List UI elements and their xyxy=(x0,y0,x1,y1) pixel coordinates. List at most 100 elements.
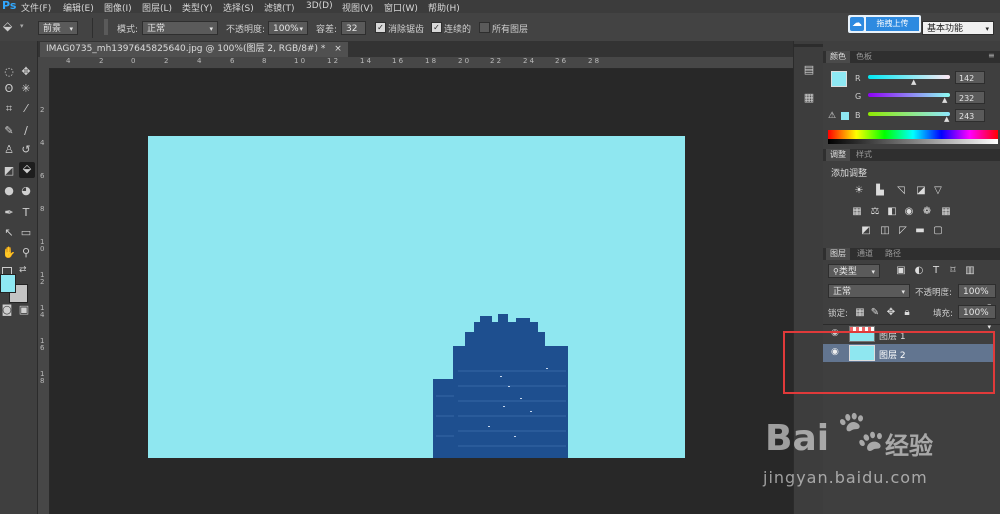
dodge-tool-icon[interactable]: ◕ xyxy=(19,184,33,198)
document-canvas[interactable] xyxy=(148,136,685,458)
selective-color-icon[interactable]: ▢ xyxy=(932,225,944,236)
tab-color[interactable]: 颜色 xyxy=(826,51,850,63)
tab-adjustments[interactable]: 调整 xyxy=(826,149,850,161)
tab-paths[interactable]: 路径 xyxy=(881,248,905,260)
b-slider-thumb[interactable]: ▲ xyxy=(944,115,949,123)
foreground-color-swatch[interactable] xyxy=(831,71,847,87)
pen-tool-icon[interactable]: ✒ xyxy=(2,206,16,220)
pattern-swatch[interactable] xyxy=(104,19,108,35)
paint-bucket-icon[interactable]: ⬙ xyxy=(3,19,12,33)
fill-source-value: 前景 xyxy=(43,24,62,34)
layer-filter-select[interactable]: ⚲类型 ▾ xyxy=(828,264,880,278)
properties-panel-icon[interactable]: ▦ xyxy=(802,91,816,105)
color-balance-icon[interactable]: ⚖ xyxy=(869,206,881,217)
web-safe-swatch[interactable] xyxy=(841,112,849,120)
ruler-tick-label: 6 xyxy=(230,57,235,65)
history-panel-icon[interactable]: ▤ xyxy=(802,63,816,77)
levels-icon[interactable]: ▙ xyxy=(874,185,886,196)
screen-mode-icon[interactable]: ▣ xyxy=(17,303,31,317)
fill-input[interactable]: 100% ▾ xyxy=(958,305,996,331)
channel-mixer-icon[interactable]: ❁ xyxy=(921,206,933,217)
divider xyxy=(92,18,93,38)
close-icon[interactable]: × xyxy=(334,44,342,54)
hue-saturation-icon[interactable]: ▦ xyxy=(851,206,863,217)
g-input[interactable]: 232 xyxy=(955,91,985,104)
vertical-ruler: 2 4 6 8 10 12 14 16 18 xyxy=(38,68,50,514)
panel-menu-icon[interactable]: ≡ xyxy=(988,51,995,60)
invert-icon[interactable]: ◩ xyxy=(860,225,872,236)
brightness-icon[interactable]: ☀ xyxy=(853,185,865,196)
mode-select[interactable]: 正常 ▾ xyxy=(142,21,218,35)
lasso-tool-icon[interactable]: ʘ xyxy=(2,82,16,96)
eraser-tool-icon[interactable]: ◩ xyxy=(2,164,16,178)
ruler-tick-label: 2 2 xyxy=(490,57,502,65)
antialias-checkbox[interactable]: ✓ xyxy=(375,22,386,33)
color-lookup-icon[interactable]: ▦ xyxy=(940,206,952,217)
gradient-map-icon[interactable]: ▬ xyxy=(914,225,926,236)
zoom-tool-icon[interactable]: ⚲ xyxy=(19,246,33,260)
quick-mask-icon[interactable]: ◙ xyxy=(0,303,14,317)
eyedropper-icon[interactable]: ⁄ xyxy=(19,102,33,116)
warning-icon[interactable]: ⚠ xyxy=(828,111,836,121)
lock-label: 锁定: xyxy=(828,309,848,319)
blend-mode-select[interactable]: 正常 ▾ xyxy=(828,284,910,298)
g-label: G xyxy=(855,92,862,101)
document-tab[interactable]: IMAG0735_mh1397645825640.jpg @ 100%(图层 2… xyxy=(40,42,348,57)
filter-adjustment-icon[interactable]: ◐ xyxy=(913,265,925,276)
r-slider[interactable] xyxy=(868,75,950,79)
exposure-icon[interactable]: ◪ xyxy=(915,185,927,196)
opacity-input[interactable]: 100% ▾ xyxy=(268,21,308,35)
crop-tool-icon[interactable]: ⌗ xyxy=(2,102,16,116)
layers-panel-tabs: 图层 通道 路径 xyxy=(823,248,1000,260)
lock-all-icon[interactable]: 🔒︎ xyxy=(901,307,913,318)
tab-channels[interactable]: 通道 xyxy=(853,248,877,260)
filter-type-icon[interactable]: T xyxy=(930,265,942,276)
swap-colors-icon[interactable]: ⇄ xyxy=(19,265,27,275)
vibrance-icon[interactable]: ▽ xyxy=(932,185,944,196)
posterize-icon[interactable]: ◫ xyxy=(879,225,891,236)
b-input[interactable]: 243 xyxy=(955,109,985,122)
b-slider[interactable] xyxy=(868,112,950,116)
layer-opacity-input[interactable]: 100%▾ xyxy=(958,284,996,310)
tab-styles[interactable]: 样式 xyxy=(852,149,876,161)
filter-shape-icon[interactable]: ⌑ xyxy=(947,265,959,276)
path-select-icon[interactable]: ↖ xyxy=(2,226,16,240)
lock-transparent-icon[interactable]: ▦ xyxy=(854,307,866,318)
history-brush-icon[interactable]: ↺ xyxy=(19,143,33,157)
g-slider[interactable] xyxy=(868,93,950,97)
workspace-select[interactable]: 基本功能 ▾ xyxy=(922,21,994,35)
threshold-icon[interactable]: ◸ xyxy=(897,225,909,236)
hand-tool-icon[interactable]: ✋ xyxy=(2,246,16,260)
upload-button[interactable]: ☁ 拖拽上传 xyxy=(848,15,921,33)
magic-wand-icon[interactable]: ✳ xyxy=(19,82,33,96)
curves-icon[interactable]: ◹ xyxy=(895,185,907,196)
lock-pixels-icon[interactable]: ✎ xyxy=(869,307,881,318)
black-white-icon[interactable]: ◧ xyxy=(886,206,898,217)
foreground-color-swatch[interactable] xyxy=(0,274,16,293)
g-slider-thumb[interactable]: ▲ xyxy=(942,96,947,104)
marquee-tool-icon[interactable]: ◌ xyxy=(2,65,16,79)
blur-tool-icon[interactable]: ● xyxy=(2,184,16,198)
photo-filter-icon[interactable]: ◉ xyxy=(903,206,915,217)
tab-layers[interactable]: 图层 xyxy=(826,248,850,260)
filter-smart-icon[interactable]: ▥ xyxy=(964,265,976,276)
move-tool-icon[interactable]: ✥ xyxy=(19,65,33,79)
lock-position-icon[interactable]: ✥ xyxy=(885,307,897,318)
type-tool-icon[interactable]: T xyxy=(19,206,33,220)
fill-source-select[interactable]: 前景 ▾ xyxy=(38,21,78,35)
tab-swatches[interactable]: 色板 xyxy=(852,51,876,63)
chevron-down-icon[interactable]: ▾ xyxy=(20,22,24,30)
brush-tool-icon[interactable]: ∕ xyxy=(19,124,33,138)
clone-stamp-icon[interactable]: ♙ xyxy=(2,143,16,157)
color-spectrum[interactable] xyxy=(828,130,998,144)
healing-brush-icon[interactable]: ✎ xyxy=(2,124,16,138)
r-input[interactable]: 142 xyxy=(955,71,985,84)
paint-bucket-tool-icon[interactable]: ⬙ xyxy=(19,162,35,178)
contiguous-checkbox[interactable]: ✓ xyxy=(431,22,442,33)
menu-3d[interactable]: 3D(D) xyxy=(306,1,333,11)
r-slider-thumb[interactable]: ▲ xyxy=(911,78,916,86)
rectangle-tool-icon[interactable]: ▭ xyxy=(19,226,33,240)
filter-pixel-icon[interactable]: ▣ xyxy=(895,265,907,276)
tolerance-input[interactable]: 32 xyxy=(341,21,366,35)
all-layers-checkbox[interactable] xyxy=(479,22,490,33)
